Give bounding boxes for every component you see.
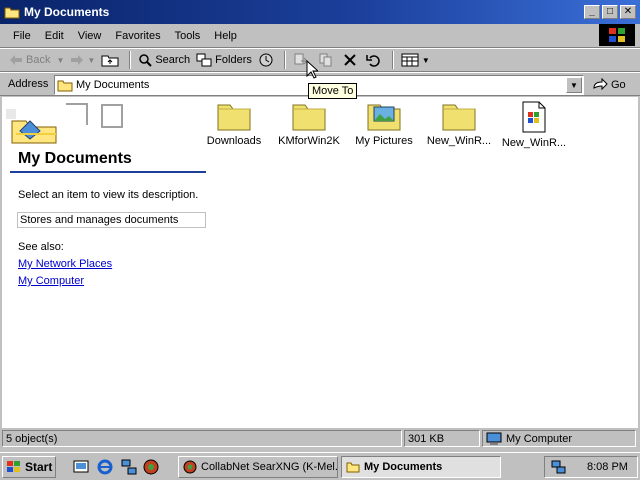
folder-banner-icon xyxy=(6,103,123,144)
file-item-kmforwin2k[interactable]: KMforWin2K xyxy=(271,101,347,147)
file-label: KMforWin2K xyxy=(278,135,340,147)
go-button[interactable]: Go xyxy=(592,75,626,95)
network-tray-icon[interactable] xyxy=(551,460,567,474)
file-item-new-winr-folder[interactable]: New_WinR... xyxy=(421,101,497,147)
file-label: New_WinR... xyxy=(426,135,492,147)
forward-arrow-icon xyxy=(71,55,84,65)
tooltip: Move To xyxy=(308,83,358,99)
status-object-count: 5 object(s) xyxy=(2,430,402,447)
computer-icon xyxy=(486,432,502,445)
folder-icon xyxy=(4,7,20,19)
go-label: Go xyxy=(611,79,626,91)
forward-button[interactable]: ▼ xyxy=(67,50,98,70)
title-divider xyxy=(10,171,206,173)
go-arrow-icon xyxy=(593,78,608,91)
close-button[interactable]: ✕ xyxy=(620,5,636,19)
folder-icon xyxy=(346,462,360,473)
link-my-network-places[interactable]: My Network Places xyxy=(18,258,112,270)
mouse-cursor-icon xyxy=(306,60,318,79)
browser-icon xyxy=(183,460,197,474)
undo-icon xyxy=(366,55,380,67)
copy-to-button[interactable] xyxy=(315,50,340,70)
menu-view[interactable]: View xyxy=(71,30,109,42)
menu-tools[interactable]: Tools xyxy=(168,30,208,42)
up-folder-button[interactable] xyxy=(98,50,125,70)
views-button[interactable]: ▼ xyxy=(398,50,433,70)
windows-logo-icon xyxy=(599,24,635,46)
maximize-button[interactable]: □ xyxy=(602,5,618,19)
history-button[interactable] xyxy=(255,50,280,70)
clock[interactable]: 8:08 PM xyxy=(587,461,628,473)
search-icon xyxy=(139,54,153,67)
file-label: Downloads xyxy=(206,135,262,147)
folder-icon xyxy=(292,104,326,131)
back-button[interactable]: Back ▼ xyxy=(6,50,67,70)
task-my-documents[interactable]: My Documents xyxy=(341,456,501,478)
undo-button[interactable] xyxy=(363,50,388,70)
menu-file[interactable]: File xyxy=(6,30,38,42)
copy-to-icon xyxy=(319,53,332,67)
item-description: Stores and manages documents xyxy=(17,212,206,228)
file-label: My Pictures xyxy=(355,135,413,147)
back-label: Back xyxy=(26,54,51,66)
task-label: CollabNet SearXNG (K-Mel... xyxy=(201,461,338,473)
file-item-downloads[interactable]: Downloads xyxy=(196,101,272,147)
window-title: My Documents xyxy=(24,5,110,19)
system-tray: 8:08 PM xyxy=(544,456,638,478)
file-label: New_WinR... xyxy=(501,137,567,149)
menu-favorites[interactable]: Favorites xyxy=(108,30,167,42)
address-dropdown-button[interactable]: ▼ xyxy=(566,77,582,93)
search-label: Search xyxy=(155,54,191,66)
folder-icon xyxy=(442,104,476,131)
views-icon xyxy=(401,53,419,67)
task-label: My Documents xyxy=(364,461,443,473)
internet-explorer-icon[interactable] xyxy=(96,458,114,476)
menu-edit[interactable]: Edit xyxy=(38,30,71,42)
up-folder-icon xyxy=(101,55,119,67)
taskbar: Start CollabNet SearXNG (K-Mel... My Doc… xyxy=(0,452,640,480)
status-zone: My Computer xyxy=(482,430,636,447)
select-item-hint: Select an item to view its description. xyxy=(18,189,199,201)
status-zone-label: My Computer xyxy=(506,432,573,445)
folders-button[interactable]: Folders xyxy=(193,50,255,70)
pictures-folder-icon xyxy=(367,104,401,131)
media-player-icon[interactable] xyxy=(142,458,160,476)
folders-icon xyxy=(196,53,212,67)
network-icon[interactable] xyxy=(120,458,138,476)
address-value: My Documents xyxy=(76,79,150,91)
delete-icon xyxy=(344,54,356,66)
delete-button[interactable] xyxy=(340,50,363,70)
media-file-icon xyxy=(522,101,546,133)
file-item-new-winr-file[interactable]: New_WinR... xyxy=(496,101,572,149)
see-also-label: See also: xyxy=(18,241,64,253)
history-icon xyxy=(259,53,273,67)
search-button[interactable]: Search xyxy=(135,50,193,70)
task-collabnet-searxng[interactable]: CollabNet SearXNG (K-Mel... xyxy=(178,456,338,478)
menu-bar: File Edit View Favorites Tools Help xyxy=(0,24,640,48)
link-my-computer[interactable]: My Computer xyxy=(18,275,84,287)
status-bar: 5 object(s) 301 KB My Computer xyxy=(0,429,640,448)
file-item-my-pictures[interactable]: My Pictures xyxy=(346,101,422,147)
start-button[interactable]: Start xyxy=(2,456,56,478)
title-bar[interactable]: My Documents _ □ ✕ xyxy=(0,0,640,24)
menu-help[interactable]: Help xyxy=(207,30,244,42)
toolbar: Back ▼ ▼ Search Folders ▼ xyxy=(0,48,640,72)
folders-label: Folders xyxy=(215,54,252,66)
status-size: 301 KB xyxy=(404,430,480,447)
start-label: Start xyxy=(25,460,53,474)
folder-icon xyxy=(57,80,73,92)
back-arrow-icon xyxy=(10,55,22,65)
address-label: Address xyxy=(8,78,49,90)
folder-icon xyxy=(217,104,251,131)
show-desktop-icon[interactable] xyxy=(72,458,90,476)
minimize-button[interactable]: _ xyxy=(584,5,600,19)
page-title: My Documents xyxy=(18,150,132,167)
windows-logo-icon xyxy=(7,461,20,472)
content-area: My Documents Select an item to view its … xyxy=(2,97,638,428)
